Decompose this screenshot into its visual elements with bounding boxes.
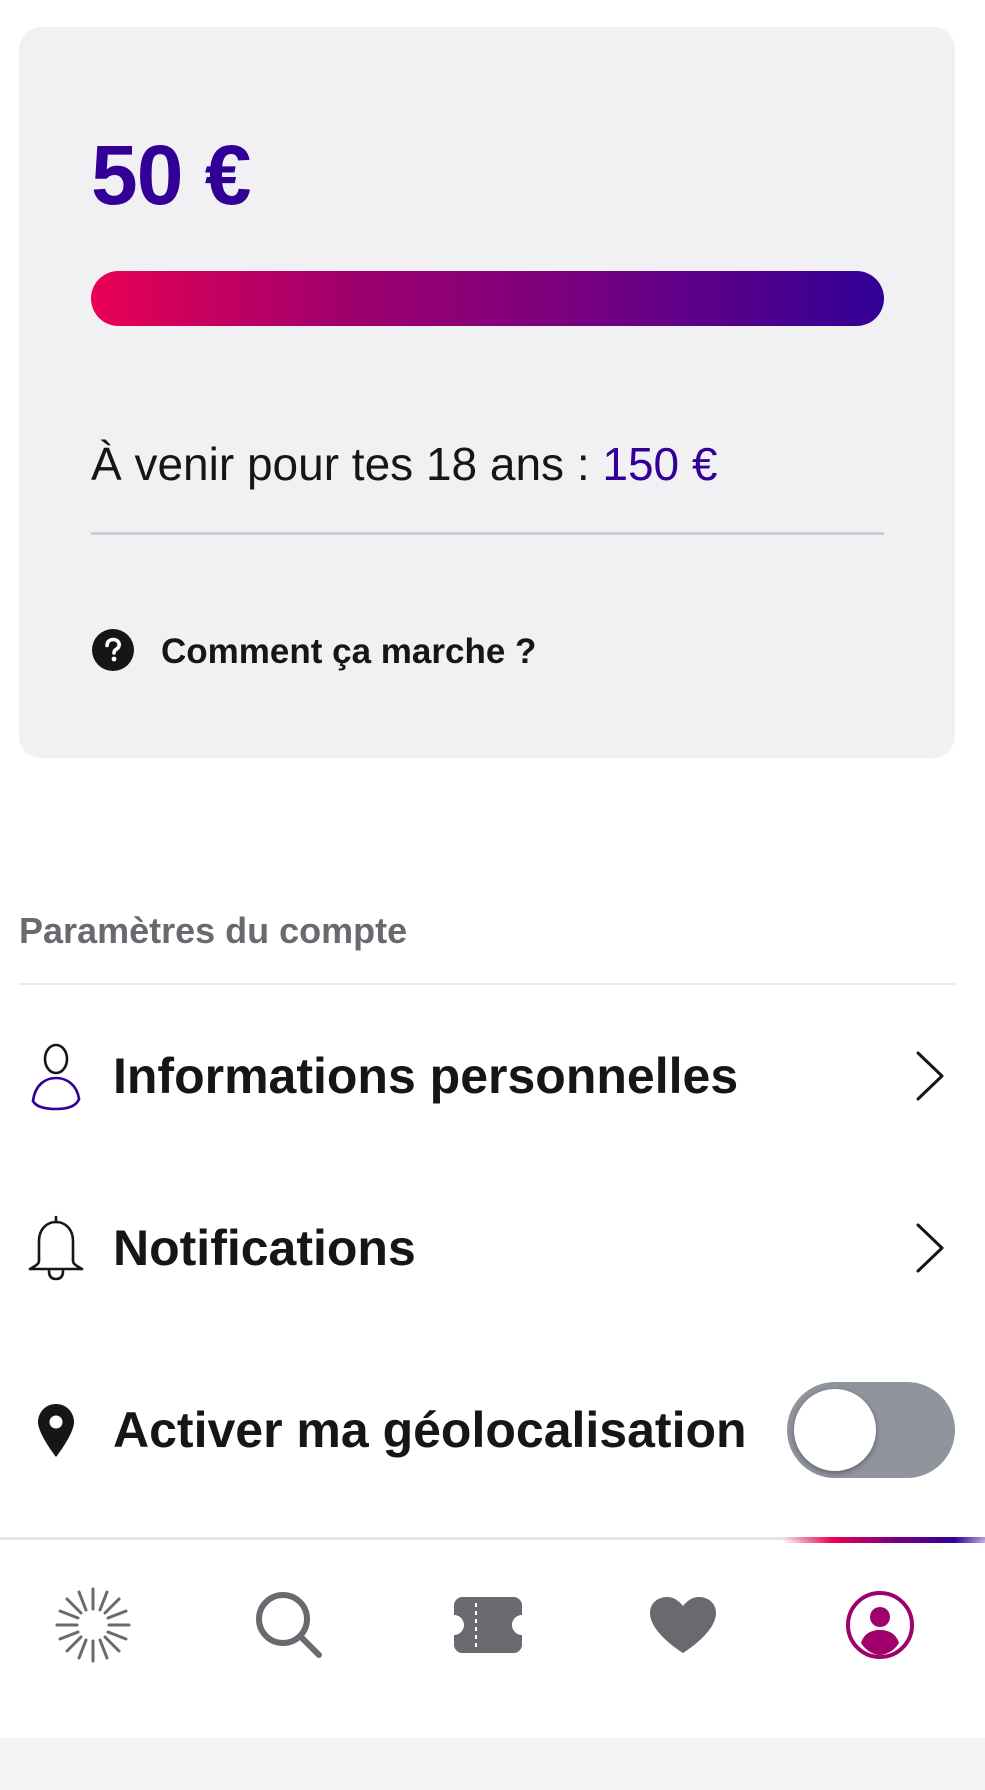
credit-card: 50 € À venir pour tes 18 ans : 150 € Com… [19, 27, 955, 758]
section-divider [19, 983, 955, 985]
bell-icon [19, 1211, 93, 1285]
tab-search[interactable] [234, 1580, 344, 1675]
personal-info-label: Informations personnelles [113, 1048, 739, 1104]
search-icon [252, 1588, 326, 1667]
how-it-works-label: Comment ça marche ? [161, 632, 537, 671]
geolocation-toggle[interactable] [787, 1382, 955, 1478]
heart-icon [648, 1595, 718, 1660]
how-it-works-link[interactable]: Comment ça marche ? [91, 627, 536, 677]
section-title: Paramètres du compte [19, 910, 408, 951]
active-tab-indicator [782, 1537, 985, 1543]
upcoming-credit-amount: 150 € [602, 438, 718, 490]
upcoming-credit-label: À venir pour tes 18 ans : [91, 438, 603, 490]
system-bottom-strip [0, 1738, 985, 1790]
card-divider [91, 532, 884, 535]
tab-home[interactable] [38, 1580, 148, 1675]
chevron-right-icon [905, 1218, 955, 1278]
tab-profile[interactable] [825, 1580, 935, 1675]
person-icon [19, 1039, 93, 1113]
toggle-knob [794, 1389, 876, 1471]
tab-bookings[interactable] [433, 1580, 543, 1675]
notifications-label: Notifications [113, 1220, 416, 1276]
chevron-right-icon [905, 1046, 955, 1106]
credit-amount: 50 € [91, 128, 251, 222]
geolocation-row: Activer ma géolocalisation [19, 1370, 955, 1490]
help-icon [91, 628, 135, 677]
ticket-icon [452, 1595, 524, 1660]
upcoming-credit: À venir pour tes 18 ans : 150 € [91, 437, 718, 491]
credit-gauge [91, 271, 884, 326]
profile-icon [844, 1589, 916, 1666]
personal-info-row[interactable]: Informations personnelles [19, 1016, 955, 1136]
location-pin-icon [19, 1393, 93, 1467]
tabbar [0, 1540, 985, 1738]
tab-favorites[interactable] [628, 1580, 738, 1675]
notifications-row[interactable]: Notifications [19, 1188, 955, 1308]
sparkle-icon [53, 1585, 133, 1670]
